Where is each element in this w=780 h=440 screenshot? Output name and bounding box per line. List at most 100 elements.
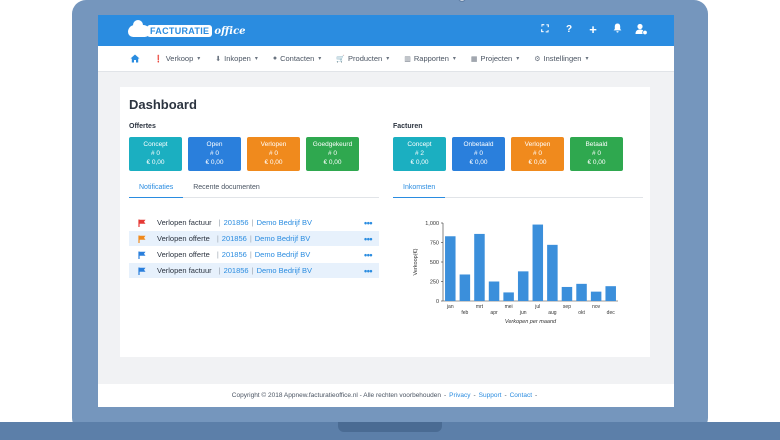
company-link[interactable]: Demo Bedrijf BV [255,234,310,243]
calendar-icon: ▦ [470,55,478,63]
separator: | [216,234,219,243]
notification-type: Verlopen offerte [157,234,210,243]
more-options-icon[interactable]: ••• [364,234,372,244]
more-options-icon[interactable]: ••• [364,266,372,276]
x-tick-label: mrt [476,304,484,310]
dashboard-card: Dashboard Offertes Concept # 0 € 0,00 Open… [120,87,650,357]
tile-name: Onbetaald [463,141,494,148]
nav-label: Rapporten [413,54,449,63]
company-link[interactable]: Demo Bedrijf BV [255,250,310,259]
document-number-link[interactable]: 201856 [224,218,249,227]
app-logo[interactable]: FACTURATIE office [128,20,246,39]
chevron-down-icon: ▾ [516,56,520,62]
home-icon[interactable] [124,46,146,72]
facturen-tiles: Concept # 2 € 0,00 Onbetaald # 0 € 0,00 Verl… [393,137,623,171]
company-link[interactable]: Demo Bedrijf BV [257,266,312,275]
notification-row[interactable]: Verlopen factuur | 201856 | Demo Bedrijf… [129,215,379,230]
factuur-tile-betaald[interactable]: Betaald # 0 € 0,00 [570,137,623,171]
tile-amount: € 0,00 [146,159,165,166]
tab-notificaties[interactable]: Notificaties [129,180,184,198]
x-tick-label: mei [505,304,513,310]
factuur-tile-concept[interactable]: Concept # 2 € 0,00 [393,137,446,171]
nav-verkoop[interactable]: ❗ Verkoop ▾ [154,54,200,63]
user-settings-icon[interactable] [634,23,648,37]
privacy-link[interactable]: Privacy [449,392,470,399]
help-icon[interactable]: ? [562,23,576,37]
offerte-tile-verlopen[interactable]: Verlopen # 0 € 0,00 [247,137,300,171]
x-axis-label: Verkopen per maand [505,319,557,325]
tile-count: # 0 [532,150,543,157]
separator: | [218,218,221,227]
chevron-down-icon: ▾ [452,56,456,62]
tile-count: # 2 [414,150,425,157]
flag-icon [138,235,146,243]
tile-count: # 0 [327,150,338,157]
y-tick-label: 1,000 [425,221,439,227]
nav-projecten[interactable]: ▦ Projecten ▾ [471,54,519,63]
facturen-label: Facturen [393,123,423,130]
tile-count: # 0 [150,150,161,157]
tile-name: Verlopen [260,141,287,148]
nav-producten[interactable]: 🛒 Producten ▾ [336,54,389,63]
tab-inkomsten[interactable]: Inkomsten [393,180,446,198]
nav-label: Inkopen [224,54,251,63]
chevron-down-icon: ▾ [318,56,322,62]
offerte-tile-open[interactable]: Open # 0 € 0,00 [188,137,241,171]
offerte-tile-goedgekeurd[interactable]: Goedgekeurd # 0 € 0,00 [306,137,359,171]
person-icon: ● [272,55,278,62]
bar-chart-icon: ▥ [404,55,411,63]
document-number-link[interactable]: 201856 [224,266,249,275]
nav-label: Verkoop [165,54,194,63]
notification-row[interactable]: Verlopen offerte | 201856 | Demo Bedrijf… [129,231,379,246]
x-tick-label: okt [578,310,585,316]
tile-name: Concept [407,141,432,148]
document-number-link[interactable]: 201856 [222,250,247,259]
separator: | [251,218,254,227]
notification-row[interactable]: Verlopen factuur | 201856 | Demo Bedrijf… [129,263,379,278]
more-options-icon[interactable]: ••• [364,250,372,260]
support-link[interactable]: Support [479,392,502,399]
x-tick-label: jun [519,310,527,316]
nav-label: Instellingen [543,54,582,63]
tile-amount: € 0,00 [469,159,488,166]
x-tick-label: dec [607,310,616,316]
y-axis-label: Verkoop(€) [413,248,419,275]
company-link[interactable]: Demo Bedrijf BV [257,218,312,227]
document-number-link[interactable]: 201856 [222,234,247,243]
nav-label: Projecten [480,54,513,63]
factuur-tile-onbetaald[interactable]: Onbetaald # 0 € 0,00 [452,137,505,171]
chart-bar [459,274,471,301]
expand-icon[interactable]: ⛶ [538,23,552,37]
tile-count: # 0 [268,150,279,157]
chevron-down-icon: ▾ [585,56,589,62]
income-chart-svg: 0 250 500 750 1,000 jan feb mrtapr meijun jul augs… [413,221,618,325]
top-bar: FACTURATIE office ⛶ ? + [98,15,674,46]
contact-link[interactable]: Contact [510,392,532,399]
tile-count: # 0 [473,150,484,157]
main-nav: ❗ Verkoop ▾ ⬇ Inkopen ▾ ● Contacten ▾ 🛒 Product… [98,46,674,72]
tile-amount: € 0,00 [528,159,547,166]
x-tick-label: nov [592,304,601,310]
factuur-tile-verlopen[interactable]: Verlopen # 0 € 0,00 [511,137,564,171]
separator: | [218,266,221,275]
chevron-down-icon: ▾ [197,56,201,62]
more-options-icon[interactable]: ••• [364,218,372,228]
footer-dash: - [473,392,476,399]
nav-inkopen[interactable]: ⬇ Inkopen ▾ [215,54,258,63]
cart-icon: 🛒 [336,55,346,63]
tile-amount: € 0,00 [264,159,283,166]
footer-dash: - [444,392,447,399]
nav-contacten[interactable]: ● Contacten ▾ [273,54,321,63]
tile-name: Goedgekeurd [312,141,353,148]
notification-row[interactable]: Verlopen offerte | 201856 | Demo Bedrijf… [129,247,379,262]
nav-instellingen[interactable]: ⚙ Instellingen ▾ [534,54,588,63]
nav-rapporten[interactable]: ▥ Rapporten ▾ [404,54,456,63]
offertes-tiles: Concept # 0 € 0,00 Open # 0 € 0,00 Verlopen #… [129,137,359,171]
bell-icon[interactable] [610,23,624,37]
plus-icon[interactable]: + [586,23,600,37]
chart-bar [503,292,514,301]
x-tick-label: jul [534,304,540,310]
offerte-tile-concept[interactable]: Concept # 0 € 0,00 [129,137,182,171]
flag-icon [138,219,146,227]
tab-recente-documenten[interactable]: Recente documenten [183,180,270,198]
